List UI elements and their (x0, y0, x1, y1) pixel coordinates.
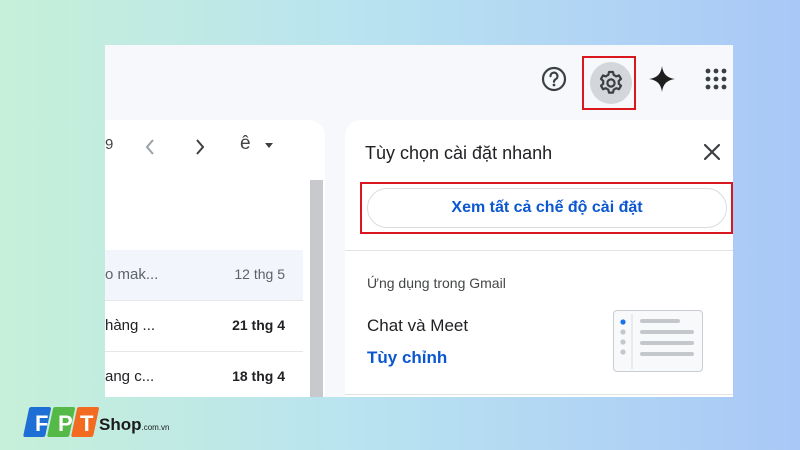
close-icon (703, 143, 721, 161)
email-row[interactable]: hàng ... 21 thg 4 (105, 301, 303, 352)
chat-meet-layout-thumbnail[interactable] (613, 310, 703, 372)
email-row[interactable]: o mak... 12 thg 5 (105, 250, 303, 301)
pager-count: 9 (105, 136, 114, 153)
svg-text:F: F (35, 411, 48, 436)
email-subject: hàng ... (105, 317, 156, 334)
divider (345, 394, 733, 395)
quick-settings-title: Tùy chọn cài đặt nhanh (365, 143, 553, 163)
caret-down-icon (265, 143, 273, 148)
fpt-logo-mark: F P T (23, 407, 99, 437)
apps-grid-icon[interactable] (699, 62, 733, 96)
settings-gear-icon (599, 70, 623, 94)
email-date: 12 thg 5 (234, 266, 285, 282)
input-tools-dropdown[interactable] (263, 134, 275, 158)
help-icon[interactable] (537, 62, 571, 96)
chevron-right-icon (196, 139, 205, 155)
gemini-spark-icon[interactable] (645, 62, 679, 96)
language-glyph: ê (240, 133, 251, 154)
quick-settings-panel: Tùy chọn cài đặt nhanh Xem tất cả chế độ… (345, 120, 733, 397)
scrollbar[interactable] (310, 180, 323, 397)
svg-text:P: P (58, 411, 73, 436)
brand-name: Shop (99, 415, 142, 434)
brand-domain: .com.vn (141, 423, 170, 432)
prev-page-button[interactable] (143, 136, 157, 160)
apps-in-gmail-heading: Ứng dụng trong Gmail (367, 275, 506, 291)
chat-meet-label: Chat và Meet (367, 316, 469, 335)
divider (345, 250, 733, 251)
email-subject: o mak... (105, 266, 159, 283)
close-button[interactable] (700, 140, 724, 164)
email-subject: ang c... (105, 368, 155, 385)
svg-text:T: T (80, 411, 94, 436)
shop-wordmark: Shop.com.vn (99, 415, 170, 435)
gmail-screenshot: 9 ê o mak... 12 thg 5 hàng ... 21 thg 4 (105, 45, 733, 397)
email-date: 21 thg 4 (232, 317, 285, 333)
see-all-highlight-frame: Xem tất cả chế độ cài đặt (360, 182, 733, 234)
mail-list-panel: 9 ê o mak... 12 thg 5 hàng ... 21 thg 4 (105, 120, 325, 397)
chevron-left-icon (145, 139, 154, 155)
layout-preview-icon (620, 314, 694, 369)
settings-button[interactable] (590, 62, 632, 104)
customize-link[interactable]: Tùy chỉnh (367, 348, 447, 368)
next-page-button[interactable] (193, 136, 207, 160)
settings-highlight-frame (582, 56, 636, 110)
input-tools-button[interactable]: ê (240, 133, 251, 157)
email-row[interactable]: ang c... 18 thg 4 (105, 352, 303, 397)
see-all-settings-button[interactable]: Xem tất cả chế độ cài đặt (367, 188, 727, 228)
email-date: 18 thg 4 (232, 368, 285, 384)
top-bar (105, 45, 733, 115)
